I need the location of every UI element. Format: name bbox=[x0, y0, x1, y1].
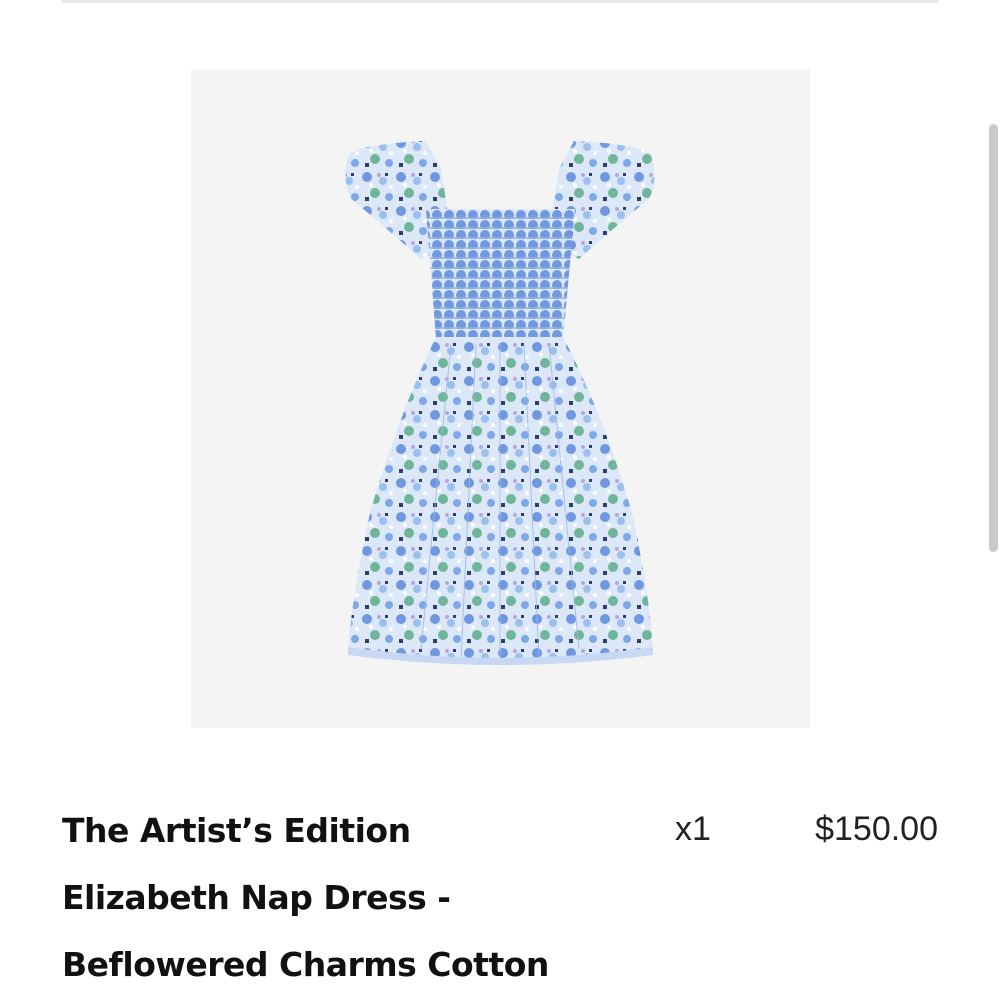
product-title-line-1: The Artist’s Edition bbox=[62, 811, 411, 850]
dress-illustration bbox=[345, 141, 655, 665]
product-title-line-3: Beflowered Charms Cotton bbox=[62, 945, 549, 984]
quantity-label: x1 bbox=[675, 810, 711, 848]
product-image[interactable] bbox=[191, 69, 810, 728]
product-title[interactable]: The Artist’s Edition Elizabeth Nap Dress… bbox=[62, 797, 642, 998]
price-label: $150.00 bbox=[815, 810, 938, 848]
scrollbar[interactable] bbox=[989, 124, 998, 552]
top-divider bbox=[62, 0, 938, 3]
product-title-line-2: Elizabeth Nap Dress - bbox=[62, 878, 451, 917]
order-item-page: The Artist’s Edition Elizabeth Nap Dress… bbox=[0, 0, 1000, 1000]
